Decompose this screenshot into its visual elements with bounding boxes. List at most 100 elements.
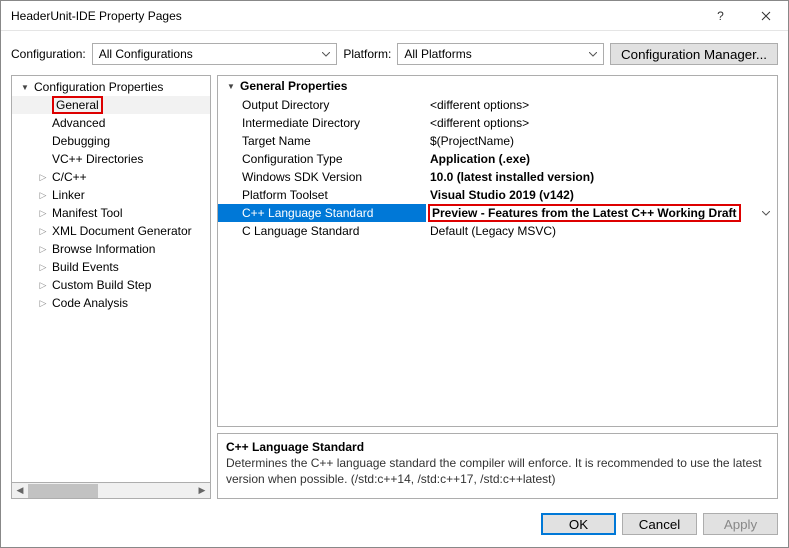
tree-item[interactable]: General (12, 96, 210, 114)
tree-item-label: Build Events (52, 260, 119, 274)
property-value-text: $(ProjectName) (430, 134, 514, 148)
close-button[interactable] (743, 1, 788, 31)
scroll-left-icon[interactable]: ◀ (12, 484, 28, 498)
expander-icon[interactable] (36, 278, 50, 292)
property-name: C++ Language Standard (218, 206, 426, 220)
platform-combo[interactable]: All Platforms (397, 43, 604, 65)
apply-button[interactable]: Apply (703, 513, 778, 535)
tree-panel: Configuration Properties GeneralAdvanced D… (11, 75, 211, 499)
property-value-text: 10.0 (latest installed version) (430, 170, 594, 184)
tree-item[interactable]: Manifest Tool (12, 204, 210, 222)
tree-item-label: General (52, 96, 103, 114)
tree-item[interactable]: Build Events (12, 258, 210, 276)
tree-item[interactable]: XML Document Generator (12, 222, 210, 240)
description-body: Determines the C++ language standard the… (226, 456, 769, 487)
property-value[interactable]: $(ProjectName) (426, 134, 777, 148)
expander-icon[interactable] (36, 242, 50, 256)
property-value[interactable]: <different options> (426, 116, 777, 130)
chevron-down-icon[interactable] (759, 206, 773, 220)
property-name: Output Directory (218, 98, 426, 112)
scroll-right-icon[interactable]: ▶ (194, 484, 210, 498)
dialog-footer: OK Cancel Apply (1, 505, 788, 547)
horizontal-scrollbar[interactable]: ◀ ▶ (11, 483, 211, 499)
configuration-combo[interactable]: All Configurations (92, 43, 338, 65)
scrollbar-thumb[interactable] (28, 484, 98, 498)
property-row[interactable]: Platform ToolsetVisual Studio 2019 (v142… (218, 186, 777, 204)
property-pages-dialog: HeaderUnit-IDE Property Pages ? Configur… (0, 0, 789, 548)
platform-value: All Platforms (404, 47, 471, 61)
property-row[interactable]: Intermediate Directory <different options… (218, 114, 777, 132)
help-button[interactable]: ? (698, 1, 743, 31)
tree-item[interactable]: VC++ Directories (12, 150, 210, 168)
main-panel: General Properties Output Directory <diffe… (217, 75, 778, 499)
expander-icon[interactable] (224, 79, 238, 93)
tree-item[interactable]: Code Analysis (12, 294, 210, 312)
property-value[interactable]: Application (.exe) (426, 152, 777, 166)
property-row[interactable]: C++ Language StandardPreview - Features … (218, 204, 777, 222)
description-panel: C++ Language Standard Determines the C++… (217, 433, 778, 499)
property-value[interactable]: Visual Studio 2019 (v142) (426, 188, 777, 202)
expander-icon[interactable] (36, 206, 50, 220)
property-grid[interactable]: General Properties Output Directory <diffe… (217, 75, 778, 427)
tree[interactable]: Configuration Properties GeneralAdvanced D… (11, 75, 211, 483)
property-row[interactable]: C Language Standard Default (Legacy MSVC) (218, 222, 777, 240)
property-name: C Language Standard (218, 224, 426, 238)
property-value[interactable]: 10.0 (latest installed version) (426, 170, 777, 184)
expander-icon[interactable] (36, 260, 50, 274)
property-row[interactable]: Output Directory <different options> (218, 96, 777, 114)
property-value-text: <different options> (430, 98, 529, 112)
window-title: HeaderUnit-IDE Property Pages (11, 9, 698, 23)
cancel-button[interactable]: Cancel (622, 513, 697, 535)
property-name: Platform Toolset (218, 188, 426, 202)
tree-item-label: VC++ Directories (52, 152, 143, 166)
description-title: C++ Language Standard (226, 440, 769, 454)
expander-icon[interactable] (36, 188, 50, 202)
close-icon (761, 11, 771, 21)
grid-section-title: General Properties (240, 79, 347, 93)
tree-item-label: Debugging (52, 134, 110, 148)
property-value-text: Default (Legacy MSVC) (430, 224, 556, 238)
tree-item-label: C/C++ (52, 170, 87, 184)
tree-item[interactable]: Linker (12, 186, 210, 204)
tree-item[interactable]: Advanced (12, 114, 210, 132)
property-name: Configuration Type (218, 152, 426, 166)
grid-section-header[interactable]: General Properties (218, 76, 777, 96)
property-name: Target Name (218, 134, 426, 148)
property-value-text: Preview - Features from the Latest C++ W… (428, 204, 741, 222)
property-value-text: Application (.exe) (430, 152, 530, 166)
expander-icon[interactable] (18, 80, 32, 94)
tree-item-label: Manifest Tool (52, 206, 122, 220)
tree-item[interactable]: C/C++ (12, 168, 210, 186)
body: Configuration Properties GeneralAdvanced D… (1, 75, 788, 505)
property-row[interactable]: Target Name $(ProjectName) (218, 132, 777, 150)
expander-icon[interactable] (36, 170, 50, 184)
expander-icon[interactable] (36, 296, 50, 310)
tree-item-label: Linker (52, 188, 85, 202)
ok-button[interactable]: OK (541, 513, 616, 535)
property-value[interactable]: Default (Legacy MSVC) (426, 224, 777, 238)
tree-item-label: Code Analysis (52, 296, 128, 310)
question-icon: ? (717, 9, 724, 23)
property-value[interactable]: <different options> (426, 98, 777, 112)
property-value-text: <different options> (430, 116, 529, 130)
configuration-manager-button[interactable]: Configuration Manager... (610, 43, 778, 65)
tree-item-label: XML Document Generator (52, 224, 192, 238)
tree-item[interactable]: Debugging (12, 132, 210, 150)
toolbar: Configuration: All Configurations Platfo… (1, 31, 788, 75)
property-value[interactable]: Preview - Features from the Latest C++ W… (426, 204, 777, 222)
platform-label: Platform: (343, 47, 391, 61)
tree-item-label: Browse Information (52, 242, 155, 256)
property-name: Intermediate Directory (218, 116, 426, 130)
property-row[interactable]: Windows SDK Version 10.0 (latest installe… (218, 168, 777, 186)
tree-item-label: Custom Build Step (52, 278, 151, 292)
tree-root[interactable]: Configuration Properties (12, 78, 210, 96)
chevron-down-icon (587, 52, 599, 57)
property-name: Windows SDK Version (218, 170, 426, 184)
configuration-value: All Configurations (99, 47, 193, 61)
configuration-label: Configuration: (11, 47, 86, 61)
tree-item[interactable]: Custom Build Step (12, 276, 210, 294)
tree-item[interactable]: Browse Information (12, 240, 210, 258)
property-row[interactable]: Configuration Type Application (.exe) (218, 150, 777, 168)
tree-root-label: Configuration Properties (34, 80, 163, 94)
expander-icon[interactable] (36, 224, 50, 238)
